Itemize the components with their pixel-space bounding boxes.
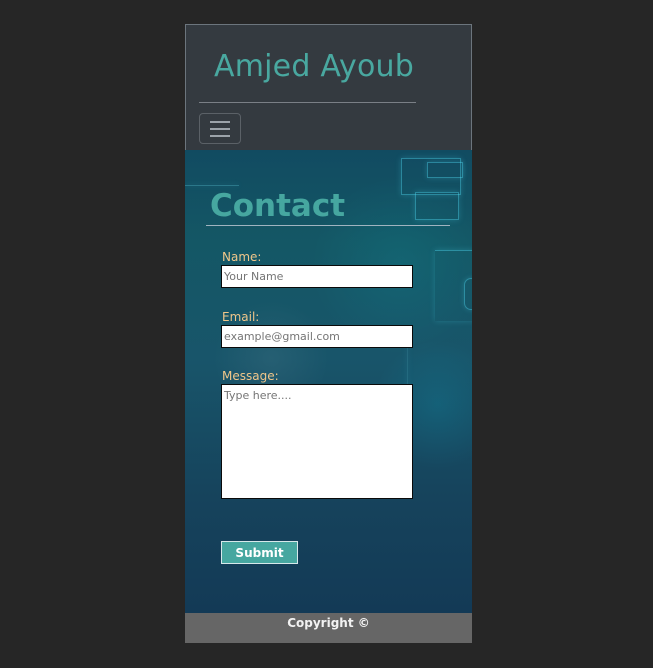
brand-divider [199,102,416,103]
submit-button[interactable]: Submit [221,541,298,564]
footer: Copyright © [185,613,472,643]
circuit-decoration [415,192,459,220]
circuit-decoration [427,162,463,178]
name-label: Name: [222,250,262,264]
title-divider [206,225,450,226]
brand-title[interactable]: Amjed Ayoub [214,49,414,85]
copyright-text: Copyright © [287,616,370,630]
message-textarea[interactable] [221,384,413,499]
message-label: Message: [222,369,279,383]
name-input[interactable] [221,265,413,288]
menu-icon [210,128,230,130]
contact-section: Contact Name: Email: Message: Submit [185,150,472,613]
page-title: Contact [210,188,346,224]
email-input[interactable] [221,325,413,348]
menu-toggle-button[interactable] [199,113,241,144]
email-label: Email: [222,310,260,324]
menu-icon [210,121,230,123]
circuit-decoration [185,185,239,186]
circuit-decoration [435,250,472,321]
menu-icon [210,135,230,137]
page-container: Amjed Ayoub Contact Name: Email: Message… [185,24,472,643]
navbar: Amjed Ayoub [185,24,472,151]
